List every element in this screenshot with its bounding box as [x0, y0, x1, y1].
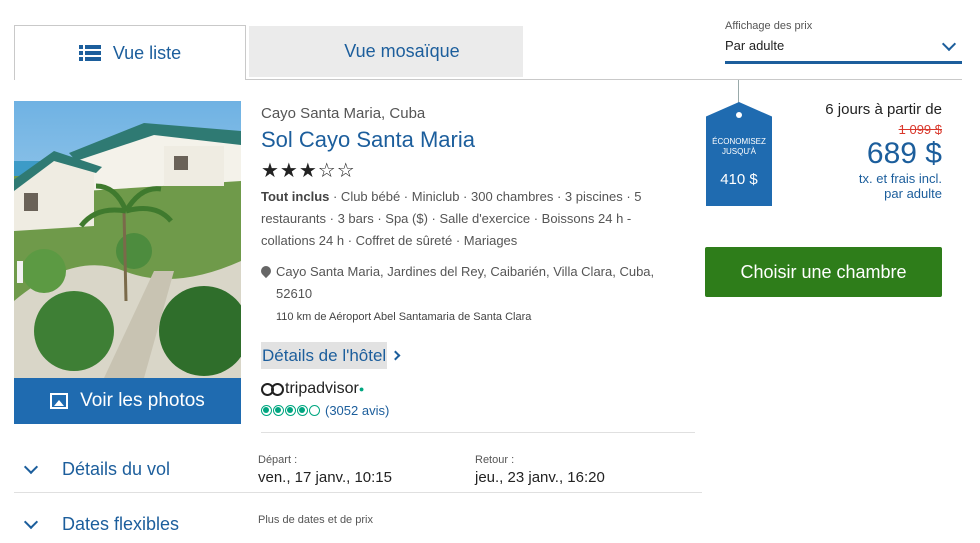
savings-tag-amount: 410 $ [720, 171, 758, 188]
price-display-dropdown[interactable]: Par adulte [725, 36, 962, 64]
hotel-photo-image [14, 101, 241, 378]
price-display-value: Par adulte [725, 38, 785, 53]
view-photos-button[interactable]: Voir les photos [14, 378, 241, 424]
tab-mosaic-view-label: Vue mosaïque [344, 41, 460, 61]
rating-bubble-empty-icon [309, 405, 320, 416]
hotel-details-label: Détails de l'hôtel [262, 345, 387, 365]
rating-bubble-icon [261, 405, 272, 416]
hotel-amenities: Tout inclus · Club bébé · Miniclub · 300… [261, 186, 681, 252]
list-icon [78, 45, 101, 61]
chevron-right-icon [390, 350, 401, 361]
airport-distance: 110 km de Aéroport Abel Santamaria de Sa… [276, 311, 532, 323]
savings-tag-text: Économisez jusqu'à [712, 137, 766, 156]
hotel-address: Cayo Santa Maria, Jardines del Rey, Caib… [258, 261, 681, 305]
price-display-select[interactable]: Affichage des prix Par adulte [725, 20, 962, 64]
rating-bubble-icon [297, 405, 308, 416]
chevron-down-icon [23, 459, 39, 475]
tripadvisor-brand: tripadvisor [285, 380, 359, 397]
departure-value: ven., 17 janv., 10:15 [258, 469, 392, 486]
hotel-location: Cayo Santa Maria, Cuba [261, 105, 426, 122]
map-pin-icon [258, 263, 274, 279]
price-note-taxes: tx. et frais incl. [858, 171, 942, 186]
return-value: jeu., 23 janv., 16:20 [475, 469, 605, 486]
old-price: 1 099 $ [898, 122, 942, 137]
all-inclusive-label: Tout inclus [261, 189, 330, 204]
hotel-address-text: Cayo Santa Maria, Jardines del Rey, Caib… [276, 264, 655, 301]
flight-details-label: Détails du vol [62, 459, 171, 479]
rating-bubble-icon [273, 405, 284, 416]
tripadvisor-rating: (3052 avis) [261, 403, 389, 418]
tripadvisor-logo: tripadvisor ● [261, 380, 364, 398]
more-dates-text: Plus de dates et de prix [258, 514, 373, 526]
divider [14, 492, 702, 493]
current-price: 689 $ [866, 137, 942, 170]
view-photos-label: Voir les photos [80, 390, 205, 411]
review-count-link[interactable]: (3052 avis) [325, 403, 389, 418]
chevron-down-icon [23, 514, 39, 530]
hotel-name[interactable]: Sol Cayo Santa Maria [261, 127, 475, 153]
return-label: Retour : [475, 454, 515, 466]
flight-details-toggle[interactable]: Détails du vol [23, 459, 171, 480]
price-display-label: Affichage des prix [725, 20, 813, 32]
star-rating: ★★★☆☆ [261, 160, 356, 182]
rating-bubble-icon [285, 405, 296, 416]
chevron-down-icon [941, 36, 957, 52]
departure-label: Départ : [258, 454, 298, 466]
savings-tag: Économisez jusqu'à 410 $ [706, 102, 772, 206]
tripadvisor-owl-icon [261, 382, 284, 396]
price-note-per-adult: par adulte [884, 186, 942, 201]
grid-icon [312, 42, 332, 62]
divider [261, 432, 695, 433]
choose-room-button[interactable]: Choisir une chambre [705, 247, 942, 297]
price-block: 6 jours à partir de 1 099 $ 689 $ tx. et… [825, 101, 942, 201]
tab-list-view-label: Vue liste [112, 42, 182, 63]
hotel-details-link[interactable]: Détails de l'hôtel [261, 342, 401, 369]
price-from-text: 6 jours à partir de [825, 101, 942, 118]
tab-mosaic-view[interactable]: Vue mosaïque [249, 26, 523, 77]
image-icon [50, 393, 69, 409]
hotel-photo[interactable] [14, 101, 241, 378]
tab-list-view[interactable]: Vue liste [14, 25, 246, 80]
flexible-dates-label: Dates flexibles [62, 514, 180, 534]
flexible-dates-toggle[interactable]: Dates flexibles [23, 514, 180, 535]
